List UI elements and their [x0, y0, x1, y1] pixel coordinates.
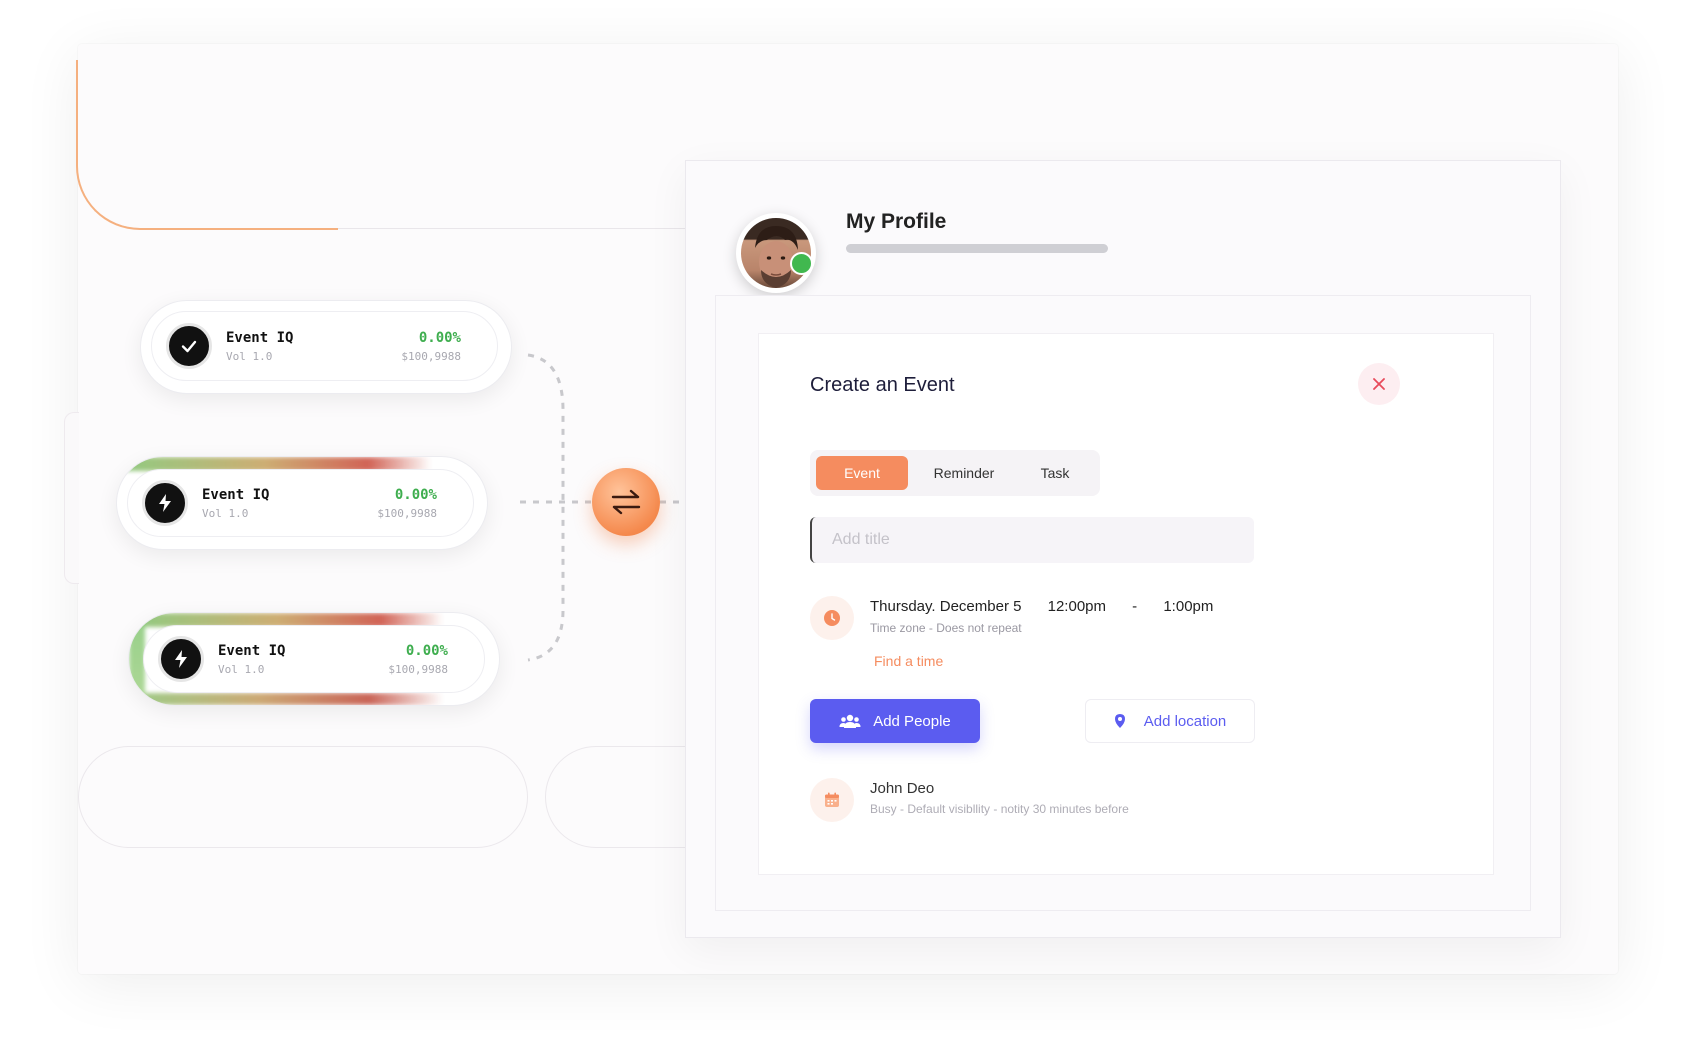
clock-icon	[810, 596, 854, 640]
event-iq-card[interactable]: Event IQ Vol 1.0 0.00% $100,9988	[140, 300, 512, 394]
lightning-icon	[142, 480, 188, 526]
event-iq-volume: Vol 1.0	[202, 506, 249, 520]
event-iq-amount: $100,9988	[401, 349, 461, 363]
tab-reminder[interactable]: Reminder	[908, 456, 1020, 490]
swap-arrows-icon	[611, 489, 641, 515]
swap-button[interactable]	[592, 468, 660, 536]
time-separator: -	[1132, 598, 1138, 615]
event-title-input[interactable]	[810, 517, 1254, 563]
tab-task[interactable]: Task	[1020, 456, 1090, 490]
event-iq-title: Event IQ	[226, 329, 294, 346]
event-date: Thursday. December 5	[870, 598, 1022, 615]
location-pin-icon	[1114, 714, 1125, 728]
add-people-button[interactable]: Add People	[810, 699, 980, 743]
online-status-dot	[790, 252, 813, 275]
people-icon	[839, 714, 861, 728]
timezone-info: Time zone - Does not repeat	[870, 621, 1022, 635]
event-datetime[interactable]: Thursday. December 5 12:00pm - 1:00pm	[870, 598, 1235, 615]
profile-progress-bar	[846, 244, 1108, 253]
event-start-time: 12:00pm	[1047, 598, 1106, 615]
calendar-icon	[810, 778, 854, 822]
close-icon	[1373, 378, 1385, 390]
event-iq-volume: Vol 1.0	[226, 349, 273, 363]
event-iq-percent: 0.00%	[418, 329, 461, 346]
profile-title: My Profile	[846, 210, 947, 233]
event-iq-title: Event IQ	[218, 642, 286, 659]
attendee-settings: Busy - Default visibllity - notity 30 mi…	[870, 802, 1129, 816]
check-icon	[166, 323, 212, 369]
event-iq-card[interactable]: Event IQ Vol 1.0 0.00% $100,9988	[128, 612, 500, 706]
event-iq-volume: Vol 1.0	[218, 662, 265, 676]
tab-event[interactable]: Event	[816, 456, 908, 490]
event-iq-amount: $100,9988	[377, 506, 437, 520]
add-people-label: Add People	[873, 712, 951, 730]
add-location-label: Add location	[1143, 712, 1227, 730]
create-event-title: Create an Event	[810, 374, 955, 396]
attendee-name: John Deo	[870, 780, 935, 797]
event-iq-title: Event IQ	[202, 486, 270, 503]
event-end-time: 1:00pm	[1163, 598, 1214, 615]
event-iq-percent: 0.00%	[405, 642, 448, 659]
find-time-link[interactable]: Find a time	[874, 653, 943, 669]
event-iq-card[interactable]: Event IQ Vol 1.0 0.00% $100,9988	[116, 456, 488, 550]
close-button[interactable]	[1358, 363, 1400, 405]
event-iq-amount: $100,9988	[388, 662, 448, 676]
event-type-tabs: Event Reminder Task	[810, 450, 1100, 496]
add-location-button[interactable]: Add location	[1085, 699, 1255, 743]
event-iq-percent: 0.00%	[394, 486, 437, 503]
lightning-icon	[158, 636, 204, 682]
